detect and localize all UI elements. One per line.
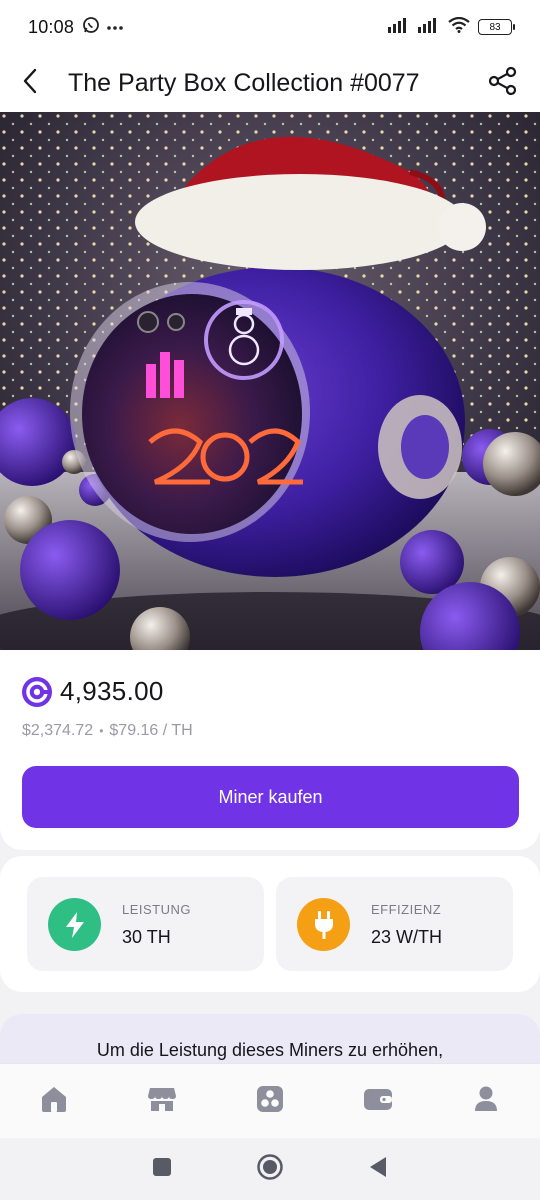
recents-icon[interactable] bbox=[152, 1157, 172, 1182]
page-title: The Party Box Collection #0077 bbox=[68, 68, 420, 97]
stats-card: LEISTUNG 30 TH EFFIZIENZ 23 W/TH bbox=[0, 856, 540, 992]
system-nav-bar bbox=[0, 1138, 540, 1200]
price-usd: $2,374.72 bbox=[22, 722, 94, 739]
back-button[interactable] bbox=[0, 54, 60, 112]
price-amount: 4,935.00 bbox=[60, 676, 164, 706]
stat-performance: LEISTUNG 30 TH bbox=[27, 877, 264, 971]
home-icon bbox=[39, 1085, 69, 1118]
battery-icon: 83 bbox=[478, 19, 515, 35]
wifi-icon bbox=[448, 16, 470, 38]
stat-efficiency-value: 23 W/TH bbox=[371, 927, 443, 947]
nav-marketplace[interactable] bbox=[108, 1064, 216, 1138]
back-triangle-icon[interactable] bbox=[368, 1156, 388, 1183]
price-separator: • bbox=[99, 724, 104, 738]
chevron-left-icon bbox=[21, 67, 39, 100]
nav-mining[interactable] bbox=[216, 1064, 324, 1138]
plug-icon bbox=[297, 898, 350, 951]
whatsapp-icon bbox=[82, 16, 100, 39]
more-dots-icon bbox=[106, 18, 124, 36]
fan-icon bbox=[256, 1085, 284, 1118]
gomining-coin-icon bbox=[22, 676, 52, 707]
bottom-nav bbox=[0, 1063, 540, 1138]
stat-performance-label: LEISTUNG bbox=[122, 902, 192, 917]
home-circle-icon[interactable] bbox=[256, 1153, 284, 1186]
nav-home[interactable] bbox=[0, 1064, 108, 1138]
upgrade-info-text: Um die Leistung dieses Miners zu erhöhen… bbox=[96, 1040, 444, 1060]
stat-efficiency-label: EFFIZIENZ bbox=[371, 902, 442, 917]
buy-miner-button[interactable]: Miner kaufen bbox=[22, 766, 519, 828]
stat-performance-value: 30 TH bbox=[122, 927, 171, 947]
signal-icon bbox=[418, 17, 440, 38]
store-icon bbox=[147, 1085, 177, 1118]
user-icon bbox=[473, 1085, 499, 1118]
share-icon bbox=[488, 66, 518, 101]
page-header: The Party Box Collection #0077 bbox=[0, 54, 540, 112]
share-button[interactable] bbox=[486, 66, 520, 100]
status-time: 10:08 bbox=[28, 16, 75, 37]
stat-efficiency: EFFIZIENZ 23 W/TH bbox=[276, 877, 513, 971]
price-per-th: $79.16 / TH bbox=[109, 722, 193, 739]
signal-icon bbox=[388, 17, 410, 38]
price-card: 4,935.00 $2,374.72 • $79.16 / TH Miner k… bbox=[0, 650, 540, 850]
nft-artwork-image bbox=[0, 112, 540, 650]
wallet-icon bbox=[363, 1086, 393, 1117]
nav-profile[interactable] bbox=[432, 1064, 540, 1138]
lightning-icon bbox=[48, 898, 101, 951]
status-bar: 10:08 83 bbox=[0, 0, 540, 54]
nav-wallet[interactable] bbox=[324, 1064, 432, 1138]
